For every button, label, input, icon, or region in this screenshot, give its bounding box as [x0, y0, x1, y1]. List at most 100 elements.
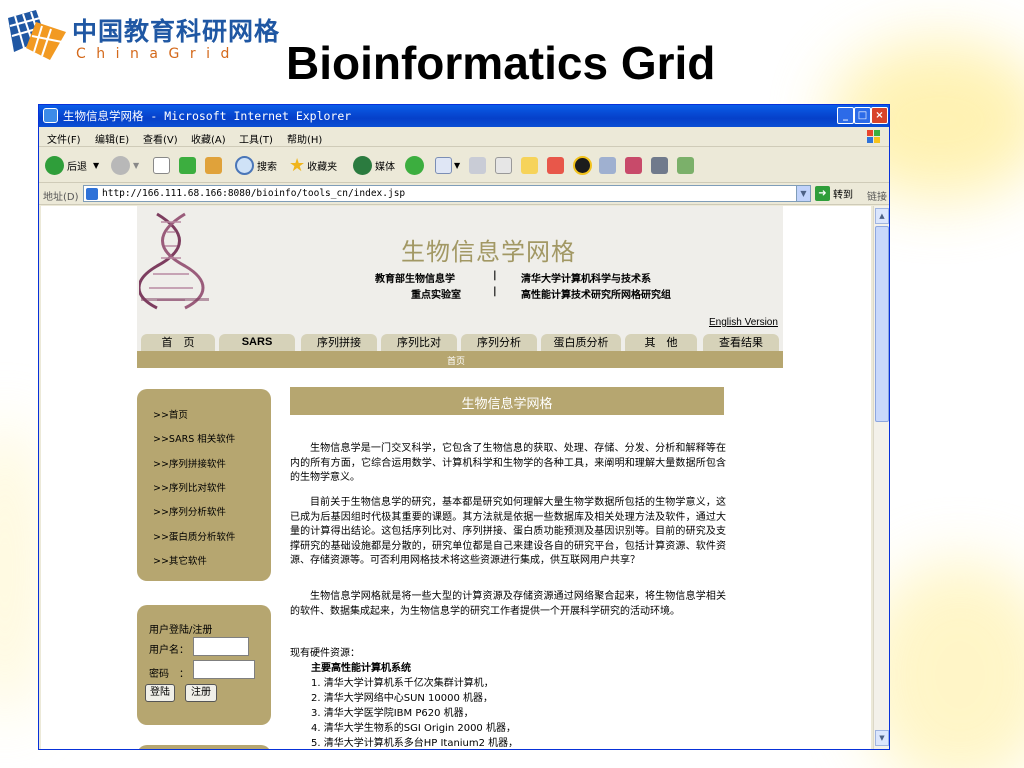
sidebar-item-assembly[interactable]: >>序列拼接软件	[153, 456, 226, 470]
nav-tab-other[interactable]: 其 他	[625, 334, 697, 351]
home-icon	[205, 156, 222, 174]
paragraph-text: 生物信息学网格就是将一些大型的计算资源及存储资源通过网络聚合起来，将生物信息学相…	[290, 591, 726, 617]
scroll-down-icon[interactable]: ▼	[875, 730, 889, 746]
paragraph: 生物信息学是一门交叉科学，它包含了生物信息的获取、处理、存储、分发、分析和解释等…	[290, 442, 726, 486]
refresh-icon	[179, 156, 196, 174]
org-name: 重点实验室	[411, 290, 461, 301]
breadcrumb-text: 首页	[447, 357, 466, 367]
sidebar-panel: >>首页 >>SARS 相关软件 >>序列拼接软件 >>序列比对软件 >>序列分…	[137, 389, 271, 581]
maximize-button[interactable]: □	[854, 107, 871, 124]
sidebar-item-alignment[interactable]: >>序列比对软件	[153, 480, 226, 494]
nav-tab-results[interactable]: 查看结果	[703, 334, 779, 351]
calendar-icon	[651, 156, 668, 174]
vertical-scrollbar[interactable]: ▲ ▼	[873, 206, 889, 749]
org-separator: |	[493, 270, 497, 281]
address-input[interactable]: http://166.111.68.166:8080/bioinfo/tools…	[83, 185, 811, 202]
dna-logo-icon	[139, 210, 211, 310]
toolbar: 后退 ▼ ▼ 搜索 ★ 收藏夹 媒体 ▼	[39, 147, 889, 183]
contacts-icon	[677, 156, 694, 174]
login-panel: 用户登陆/注册 用户名： 密码 ： 登陆 注册	[137, 605, 271, 725]
mail-icon	[435, 156, 452, 174]
sidebar-item-protein[interactable]: >>蛋白质分析软件	[153, 529, 235, 543]
chevron-down-icon[interactable]: ▼	[796, 186, 810, 201]
nav-tab-sequence[interactable]: 序列分析	[461, 334, 537, 351]
edit-button[interactable]	[495, 155, 512, 175]
org-name: 高性能计算技术研究所网格研究组	[521, 290, 671, 301]
chinagrid-logo-icon	[8, 10, 66, 60]
hardware-subtitle: 主要高性能计算机系统	[311, 663, 411, 674]
list-item: 2. 清华大学网络中心SUN 10000 机器，	[311, 693, 494, 704]
list-item: 1. 清华大学计算机系千亿次集群计算机，	[311, 678, 494, 689]
calendar-button[interactable]	[651, 155, 668, 175]
addon-button[interactable]	[573, 155, 595, 175]
password-field[interactable]	[193, 660, 255, 679]
refresh-button[interactable]	[179, 155, 196, 175]
sidebar-item-sars[interactable]: >>SARS 相关软件	[153, 431, 235, 445]
media-label: 媒体	[375, 161, 395, 173]
site-title: 生物信息学网格	[401, 238, 576, 266]
folder-icon	[521, 156, 538, 174]
menu-favorites[interactable]: 收藏(A)	[191, 131, 226, 146]
menu-help[interactable]: 帮助(H)	[287, 131, 322, 146]
print-button[interactable]	[469, 155, 486, 175]
nav-tab-assembly[interactable]: 序列拼接	[301, 334, 377, 351]
register-button[interactable]: 注册	[185, 684, 217, 702]
messenger-button[interactable]	[547, 155, 564, 175]
back-button[interactable]: 后退 ▼	[45, 155, 99, 175]
window-title: 生物信息学网格 - Microsoft Internet Explorer	[63, 109, 352, 123]
hardware-label: 现有硬件资源：	[290, 648, 360, 659]
star-icon: ★	[289, 154, 306, 176]
scroll-thumb[interactable]	[875, 226, 889, 422]
search-button[interactable]: 搜索	[235, 155, 277, 175]
english-version-link[interactable]: English Version	[709, 317, 778, 328]
menu-file[interactable]: 文件(F)	[47, 131, 81, 146]
scroll-up-icon[interactable]: ▲	[875, 208, 889, 224]
sidebar-item-sequence[interactable]: >>序列分析软件	[153, 504, 226, 518]
nav-tab-alignment[interactable]: 序列比对	[381, 334, 457, 351]
contacts-button[interactable]	[677, 155, 694, 175]
menu-edit[interactable]: 编辑(E)	[95, 131, 129, 146]
close-button[interactable]: ×	[871, 107, 888, 124]
media-button[interactable]: 媒体	[353, 155, 395, 175]
minimize-button[interactable]: _	[837, 107, 854, 124]
ie-icon	[43, 108, 58, 123]
logo-english-text: ChinaGrid	[76, 46, 240, 62]
sidebar-item-other[interactable]: >>其它软件	[153, 553, 207, 567]
discuss-button[interactable]	[521, 155, 538, 175]
site-nav: 首 页 SARS 序列拼接 序列比对 序列分析 蛋白质分析 其 他 查看结果	[137, 334, 783, 351]
favorites-label: 收藏夹	[307, 161, 338, 173]
nav-tab-protein[interactable]: 蛋白质分析	[541, 334, 621, 351]
username-field[interactable]	[193, 637, 249, 656]
address-url: http://166.111.68.166:8080/bioinfo/tools…	[102, 188, 406, 199]
research-button[interactable]	[599, 155, 616, 175]
favorites-button[interactable]: ★ 收藏夹	[289, 154, 338, 176]
chevron-down-icon: ▼	[133, 160, 140, 170]
menu-view[interactable]: 查看(V)	[143, 131, 178, 146]
paragraph-text: 目前关于生物信息学的研究，基本都是研究如何理解大量生物学数据所包括的生物学意义，…	[290, 497, 726, 567]
chevron-down-icon: ▼	[454, 160, 461, 170]
links-label[interactable]: 链接	[867, 188, 887, 203]
paragraph: 目前关于生物信息学的研究，基本都是研究如何理解大量生物学数据所包括的生物学意义，…	[290, 496, 726, 569]
forward-button[interactable]: ▼	[111, 155, 139, 175]
nav-tab-sars[interactable]: SARS	[219, 334, 295, 351]
mail-button[interactable]: ▼	[435, 155, 460, 175]
stop-button[interactable]	[153, 155, 170, 175]
history-button[interactable]	[405, 155, 427, 175]
back-label: 后退	[67, 161, 87, 173]
nav-tab-home[interactable]: 首 页	[141, 334, 215, 351]
search-label: 搜索	[257, 161, 277, 173]
paragraph-text: 生物信息学是一门交叉科学，它包含了生物信息的获取、处理、存储、分发、分析和解释等…	[290, 443, 726, 484]
messenger-icon	[547, 156, 564, 174]
search-icon	[235, 155, 254, 175]
menu-tools[interactable]: 工具(T)	[239, 131, 273, 146]
tool-icon	[625, 156, 642, 174]
content-heading: 生物信息学网格	[461, 397, 553, 412]
page-viewport: 生物信息学网格 教育部生物信息学 重点实验室 | | 清华大学计算机科学与技术系…	[41, 206, 871, 749]
window-titlebar[interactable]: 生物信息学网格 - Microsoft Internet Explorer _ …	[39, 105, 889, 127]
go-button[interactable]: ➜ 转到	[815, 186, 853, 201]
org-separator: |	[493, 286, 497, 297]
sidebar-item-home[interactable]: >>首页	[153, 407, 188, 421]
tool-button[interactable]	[625, 155, 642, 175]
login-button[interactable]: 登陆	[145, 684, 175, 702]
home-button[interactable]	[205, 155, 222, 175]
